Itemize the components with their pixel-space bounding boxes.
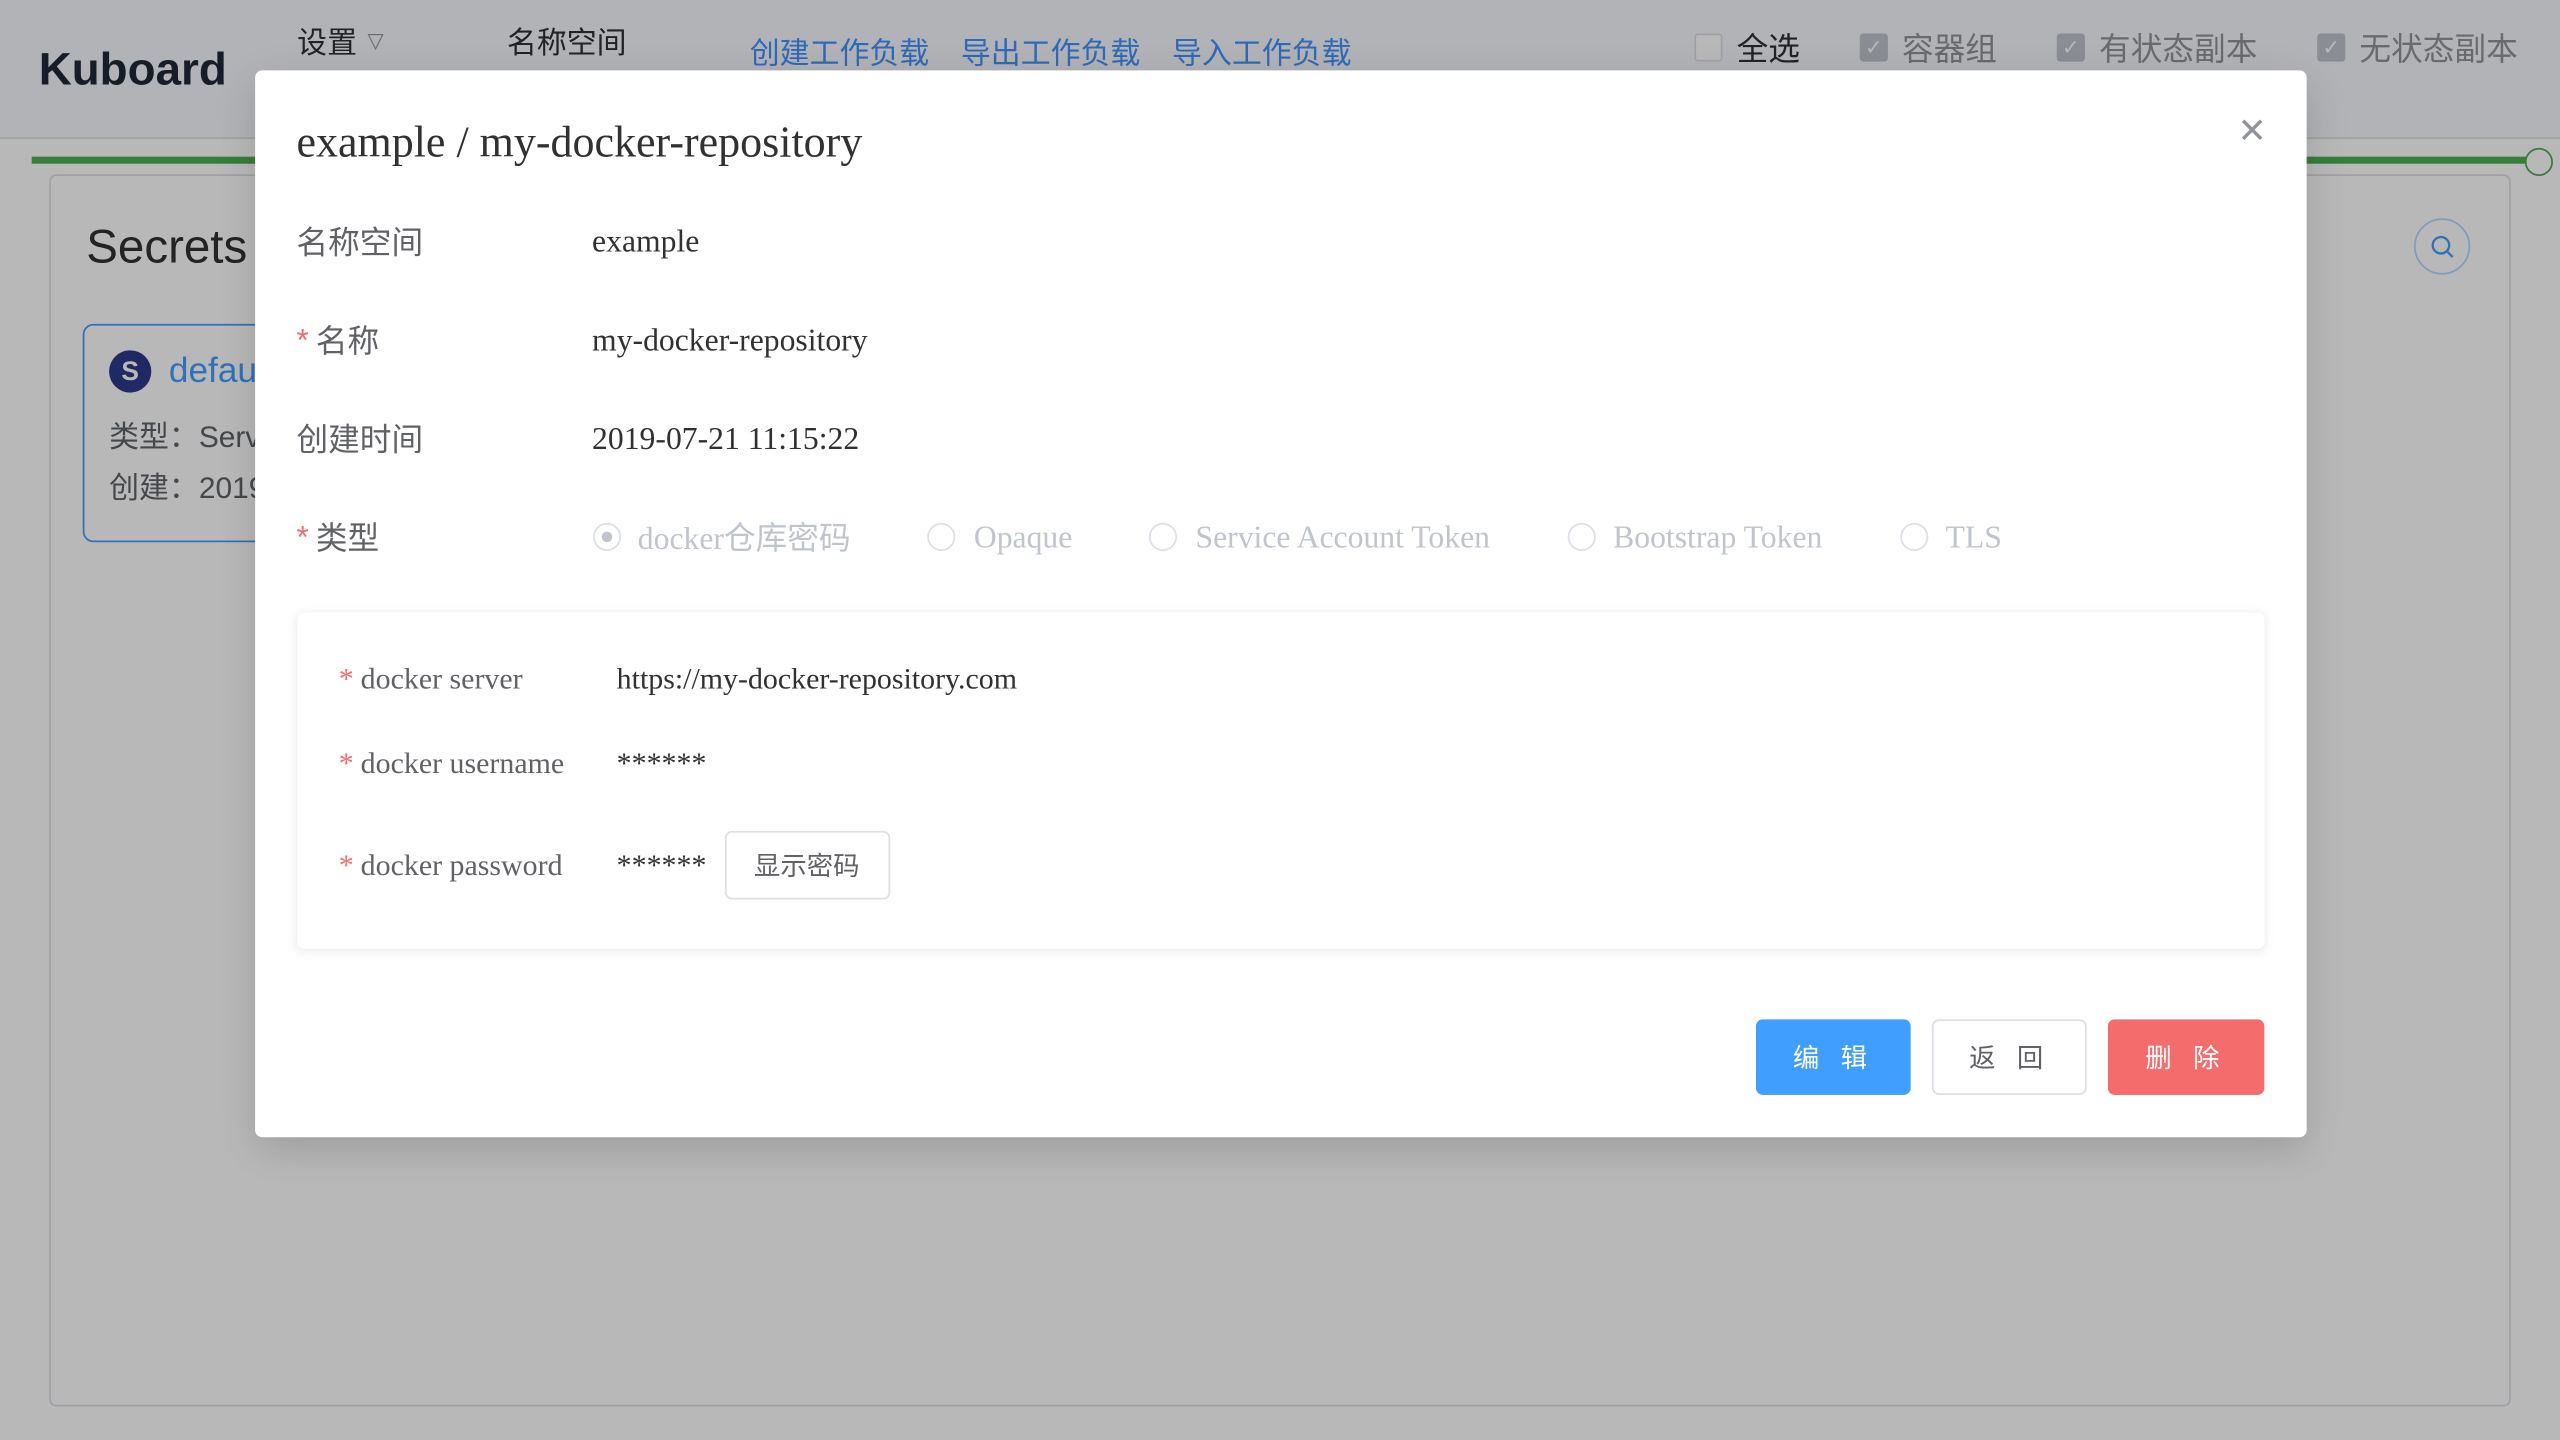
type-option-label: Bootstrap Token (1613, 518, 1822, 555)
modal-overlay: ✕ example / my-docker-repository 名称空间 ex… (0, 0, 2560, 1440)
type-bootstrap-option[interactable]: Bootstrap Token (1567, 518, 1822, 555)
docker-server-value: https://my-docker-repository.com (617, 662, 1017, 697)
back-button[interactable]: 返 回 (1932, 1019, 2087, 1095)
created-value: 2019-07-21 11:15:22 (592, 420, 859, 457)
name-row: *名称 my-docker-repository (296, 317, 2263, 363)
namespace-value: example (592, 223, 699, 260)
docker-config-card: *docker server https://my-docker-reposit… (296, 613, 2263, 949)
docker-server-label: *docker server (339, 662, 617, 697)
delete-button[interactable]: 删 除 (2108, 1019, 2263, 1095)
docker-username-value: ****** (617, 746, 707, 781)
modal-footer: 编 辑 返 回 删 除 (296, 1019, 2263, 1095)
created-field-label: 创建时间 (296, 415, 592, 461)
radio-icon (1567, 523, 1595, 551)
radio-icon (1900, 523, 1928, 551)
docker-server-row: *docker server https://my-docker-reposit… (339, 662, 2222, 697)
type-sa-token-option[interactable]: Service Account Token (1150, 518, 1490, 555)
docker-password-value: ****** (617, 848, 707, 883)
radio-icon (928, 523, 956, 551)
modal-title: example / my-docker-repository (296, 120, 2263, 169)
type-option-label: Opaque (974, 518, 1073, 555)
type-opaque-option[interactable]: Opaque (928, 518, 1072, 555)
namespace-row: 名称空间 example (296, 218, 2263, 264)
type-field-label: *类型 (296, 514, 592, 560)
docker-username-row: *docker username ****** (339, 746, 2222, 781)
created-row: 创建时间 2019-07-21 11:15:22 (296, 415, 2263, 461)
type-option-label: Service Account Token (1195, 518, 1489, 555)
show-password-button[interactable]: 显示密码 (724, 831, 889, 900)
type-option-label: docker仓库密码 (638, 514, 851, 560)
docker-username-label: *docker username (339, 746, 617, 781)
radio-icon (1150, 523, 1178, 551)
secret-detail-modal: ✕ example / my-docker-repository 名称空间 ex… (254, 70, 2306, 1137)
close-button[interactable]: ✕ (2238, 109, 2267, 153)
docker-password-label: *docker password (339, 848, 617, 883)
type-option-label: TLS (1946, 518, 2002, 555)
type-tls-option[interactable]: TLS (1900, 518, 2002, 555)
type-radio-group: docker仓库密码 Opaque Service Account Token … (592, 514, 2002, 560)
name-value: my-docker-repository (592, 321, 868, 358)
type-docker-option[interactable]: docker仓库密码 (592, 514, 851, 560)
radio-icon (592, 523, 620, 551)
name-field-label: *名称 (296, 317, 592, 363)
namespace-field-label: 名称空间 (296, 218, 592, 264)
docker-password-row: *docker password ****** 显示密码 (339, 831, 2222, 900)
type-row: *类型 docker仓库密码 Opaque Service Account To… (296, 514, 2263, 560)
edit-button[interactable]: 编 辑 (1756, 1019, 1911, 1095)
